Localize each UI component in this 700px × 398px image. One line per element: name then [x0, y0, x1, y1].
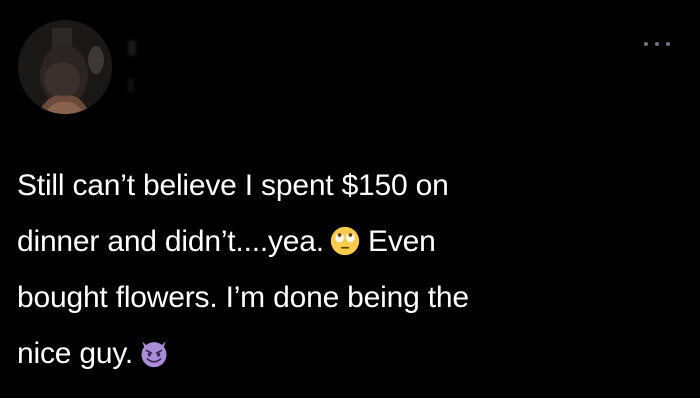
tweet-line-1: Still can’t believe I spent $150 on [17, 169, 449, 202]
smiling-devil-emoji [141, 341, 167, 368]
tweet-line-2a: dinner and didn’t....yea. [17, 225, 324, 258]
eye-roll-emoji [330, 226, 360, 256]
handle-redacted [128, 78, 134, 92]
tweet-line-2b: Even [368, 225, 436, 258]
avatar[interactable] [18, 20, 112, 114]
display-name-redacted [128, 40, 136, 56]
tweet-line-4: nice guy. [17, 337, 134, 370]
tweet-line-3: bought flowers. I’m done being the [17, 281, 469, 314]
tweet-text: Still can’t believe I spent $150 on dinn… [17, 158, 657, 382]
avatar-photo-icon [18, 20, 112, 114]
more-options-icon[interactable] [644, 36, 670, 52]
tweet-card: Still can’t believe I spent $150 on dinn… [0, 0, 700, 398]
